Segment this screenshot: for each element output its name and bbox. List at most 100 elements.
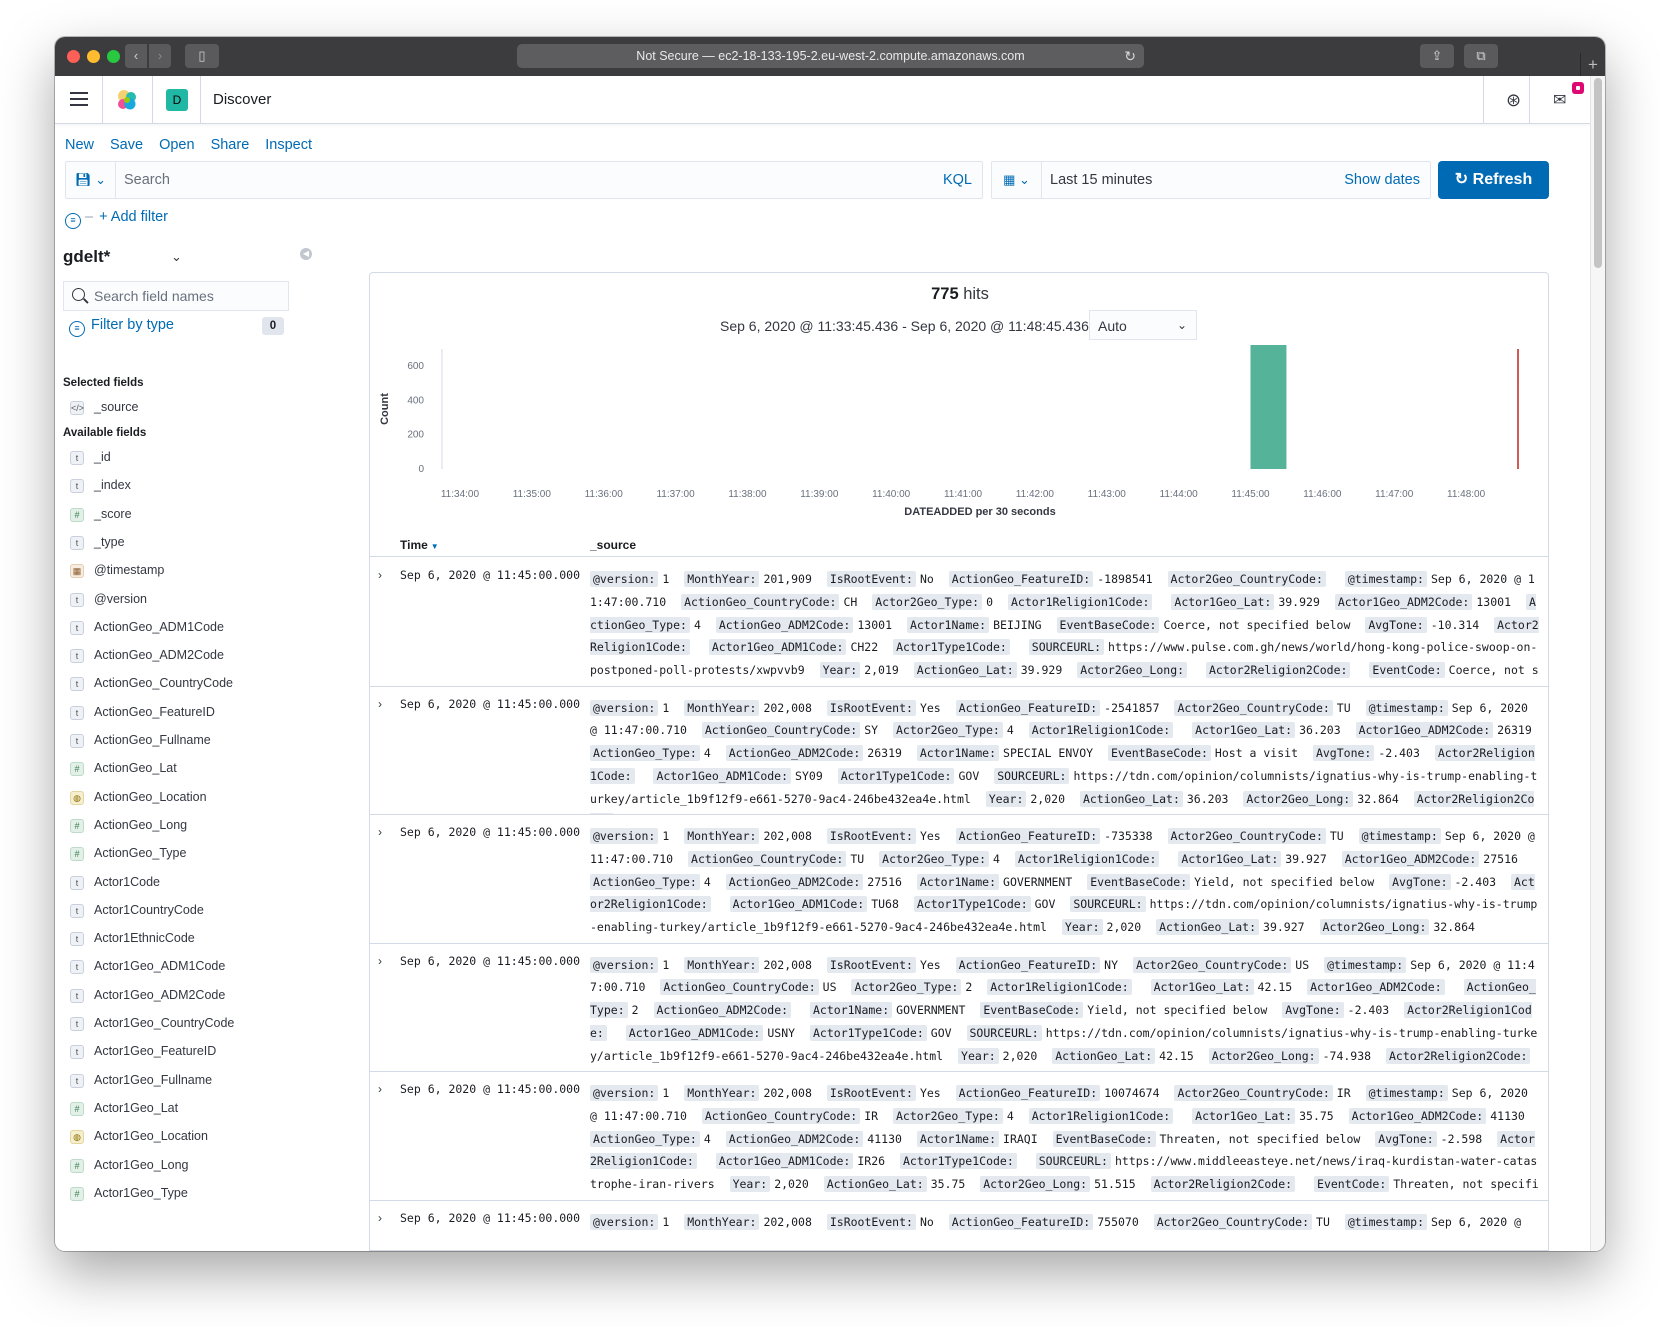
back-button[interactable]: ‹ — [125, 44, 147, 68]
source-field-key: @version: — [590, 1213, 659, 1230]
address-bar[interactable]: Not Secure — ec2-18-133-195-2.eu-west-2.… — [517, 44, 1144, 68]
field-row[interactable]: t _type — [63, 534, 353, 554]
time-column-header[interactable]: Time ▼ — [400, 538, 439, 552]
forward-button[interactable]: › — [149, 44, 171, 68]
field-row[interactable]: # Actor1Geo_Type — [63, 1185, 353, 1205]
share-link[interactable]: Share — [211, 137, 250, 153]
collapse-sidebar-icon[interactable]: ◀ — [300, 248, 312, 260]
source-field-value: -1898541 — [1097, 572, 1153, 586]
field-row[interactable]: t Actor1Geo_FeatureID — [63, 1043, 353, 1063]
tabs-overview-icon[interactable]: ⧉ — [1464, 44, 1498, 68]
chevron-down-icon[interactable]: ⌄ — [171, 249, 182, 265]
field-row[interactable]: t ActionGeo_FeatureID — [63, 704, 353, 724]
field-row[interactable]: t Actor1Geo_CountryCode — [63, 1015, 353, 1035]
save-link[interactable]: Save — [110, 137, 143, 153]
field-row[interactable]: t ActionGeo_CountryCode — [63, 675, 353, 695]
open-link[interactable]: Open — [159, 137, 194, 153]
field-row[interactable]: t Actor1EthnicCode — [63, 930, 353, 950]
date-range-label[interactable]: Last 15 minutes — [1050, 172, 1152, 188]
field-row[interactable]: t Actor1CountryCode — [63, 902, 353, 922]
field-row[interactable]: # ActionGeo_Type — [63, 845, 353, 865]
help-icon[interactable]: ⊛ — [1506, 90, 1521, 111]
new-tab-button[interactable]: + — [1580, 53, 1605, 76]
histogram-chart[interactable]: 0 200 400 600 11:34:00 11:35:00 11:36:00 11:37:… — [370, 345, 1549, 525]
source-field-key: AvgTone: — [1375, 1130, 1437, 1147]
field-row[interactable]: # ActionGeo_Lat — [63, 760, 353, 780]
inspect-link[interactable]: Inspect — [265, 137, 312, 153]
expand-row-icon[interactable]: › — [378, 825, 382, 839]
field-row[interactable]: t Actor1Geo_ADM2Code — [63, 987, 353, 1007]
field-row[interactable]: ◍ ActionGeo_Location — [63, 789, 353, 809]
source-field-key: @version: — [590, 956, 659, 973]
row-source: @version: 1 MonthYear: 202,008 IsRootEvent… — [590, 1082, 1540, 1200]
number-type-icon: # — [70, 847, 84, 862]
histogram-bar[interactable] — [1250, 345, 1287, 469]
close-window-button[interactable] — [67, 50, 80, 63]
field-row[interactable]: t ActionGeo_ADM1Code — [63, 619, 353, 639]
sort-desc-icon[interactable]: ▼ — [431, 542, 439, 551]
field-row[interactable]: # Actor1Geo_Lat — [63, 1100, 353, 1120]
newsfeed-icon[interactable]: ✉ — [1553, 90, 1566, 110]
calendar-icon[interactable]: ▦ ⌄ — [992, 162, 1042, 198]
interval-select[interactable]: Auto ⌄ — [1089, 310, 1197, 340]
notification-badge — [1572, 82, 1584, 94]
share-icon[interactable]: ⇪ — [1420, 44, 1454, 68]
source-field-key: MonthYear: — [684, 571, 760, 587]
source-field-value: SY09 — [795, 768, 823, 783]
source-field-key: Actor1Religion1Code: — [1014, 850, 1160, 867]
field-row[interactable]: t Actor1Geo_ADM1Code — [63, 958, 353, 978]
table-row: › Sep 6, 2020 @ 11:45:00.000 @version: 1 Mo… — [370, 1072, 1548, 1201]
field-row[interactable]: t ActionGeo_ADM2Code — [63, 647, 353, 667]
new-link[interactable]: New — [65, 137, 94, 153]
elastic-logo-icon[interactable] — [115, 88, 139, 112]
expand-row-icon[interactable]: › — [378, 1211, 382, 1225]
field-row[interactable]: ◍ Actor1Geo_Location — [63, 1128, 353, 1148]
page-scrollbar[interactable] — [1590, 76, 1605, 1251]
expand-row-icon[interactable]: › — [378, 697, 382, 711]
field-row[interactable]: # Actor1Geo_Long — [63, 1157, 353, 1177]
source-field-key: ActionGeo_ADM2Code: — [653, 1002, 792, 1019]
index-pattern-title[interactable]: gdelt* — [63, 247, 110, 267]
field-row[interactable]: # ActionGeo_Long — [63, 817, 353, 837]
search-icon — [72, 288, 85, 301]
field-row[interactable]: t @version — [63, 591, 353, 611]
field-row[interactable]: t Actor1Geo_Fullname — [63, 1072, 353, 1092]
space-avatar[interactable]: D — [166, 89, 188, 111]
field-name: Actor1EthnicCode — [94, 931, 195, 946]
row-time: Sep 6, 2020 @ 11:45:00.000 — [400, 568, 581, 582]
show-dates-button[interactable]: Show dates — [1344, 172, 1420, 188]
refresh-button[interactable]: ↻ Refresh — [1438, 161, 1549, 199]
menu-icon[interactable] — [70, 92, 88, 106]
kql-toggle[interactable]: KQL — [943, 172, 972, 188]
sidebar-toggle-icon[interactable]: ▯ — [185, 44, 219, 68]
field-row[interactable]: ▦ @timestamp — [63, 562, 353, 582]
expand-row-icon[interactable]: › — [378, 568, 382, 582]
scrollbar-thumb[interactable] — [1594, 78, 1602, 268]
expand-row-icon[interactable]: › — [378, 1082, 382, 1096]
minimize-window-button[interactable] — [87, 50, 100, 63]
search-input[interactable]: Search — [124, 172, 170, 188]
filter-by-type-button[interactable]: ≡ Filter by type — [69, 317, 174, 337]
source-field-value: 202,008 — [763, 700, 812, 715]
field-search-input[interactable]: Search field names — [63, 281, 289, 311]
saved-query-button[interactable]: 💾︎ ⌄ — [66, 162, 116, 198]
field-row-source[interactable]: </> _source — [63, 399, 353, 419]
reload-icon[interactable]: ↻ — [1124, 44, 1136, 68]
source-field-value: US — [822, 980, 837, 995]
field-row[interactable]: t _id — [63, 449, 353, 469]
source-field-value: SPECIAL ENVOY — [1003, 746, 1094, 761]
field-row[interactable]: t _index — [63, 477, 353, 497]
source-field-key: SOURCEURL: — [994, 767, 1070, 784]
add-filter-button[interactable]: + Add filter — [99, 209, 168, 225]
source-field-value: Yes — [919, 700, 941, 715]
source-field-key: EventCode: — [1314, 1176, 1390, 1193]
filter-options-icon[interactable]: ≡ — [65, 213, 81, 229]
source-field-key: ActionGeo_FeatureID: — [955, 1085, 1101, 1101]
source-field-key: Actor2Geo_Long: — [1077, 662, 1188, 679]
expand-row-icon[interactable]: › — [378, 954, 382, 968]
maximize-window-button[interactable] — [107, 50, 120, 63]
field-row[interactable]: t Actor1Code — [63, 874, 353, 894]
field-row[interactable]: # _score — [63, 506, 353, 526]
source-field-value: 41130 — [1490, 1108, 1525, 1123]
field-row[interactable]: t ActionGeo_Fullname — [63, 732, 353, 752]
